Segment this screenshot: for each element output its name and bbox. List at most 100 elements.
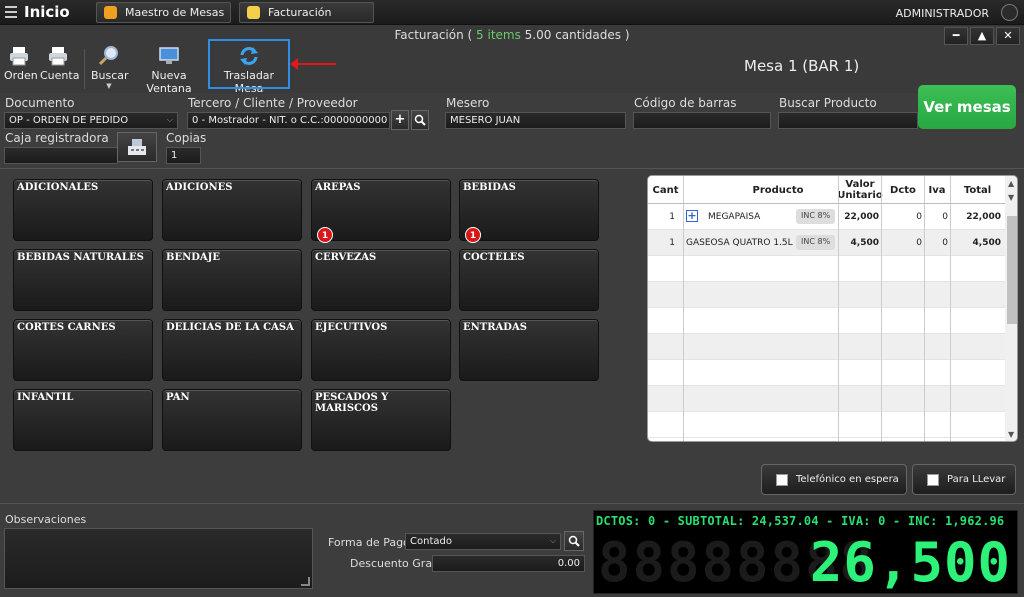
documento-value: OP - ORDEN DE PEDIDO [9, 115, 129, 126]
tax-badge: INC 8% [796, 209, 836, 224]
cash-register-button[interactable] [117, 132, 157, 162]
mesero-field[interactable]: MESERO JUAN [445, 112, 626, 129]
printer-icon [8, 46, 30, 66]
hamburger-menu-icon[interactable] [5, 6, 17, 18]
descuento-gral-input[interactable]: 0.00 [432, 555, 585, 572]
col-valor-unitario[interactable]: Valor Unitario [837, 176, 882, 204]
maximize-button[interactable]: ▲ [970, 27, 994, 45]
buscar-button[interactable]: Buscar ▼ [91, 46, 129, 90]
status-line: Facturación ( 5 items 5.00 cantidades ) [0, 28, 1024, 42]
ver-mesas-button[interactable]: Ver mesas [918, 85, 1016, 129]
table-row[interactable] [648, 412, 1005, 438]
telefonico-label: Telefónico en espera [796, 474, 899, 485]
tercero-field[interactable]: 0 - Mostrador - NIT. o C.C.:0000000000 [187, 112, 390, 129]
table-row[interactable] [648, 334, 1005, 360]
col-cant[interactable]: Cant [648, 176, 683, 204]
col-iva[interactable]: Iva [924, 176, 950, 204]
checkbox[interactable] [927, 473, 939, 486]
category-button[interactable]: ENTRADAS [459, 319, 599, 381]
table-row[interactable] [648, 308, 1005, 334]
tab-label: Facturación [268, 6, 332, 19]
buscar-producto-input[interactable] [778, 112, 918, 129]
chevron-down-icon: ⌵ [549, 536, 556, 545]
user-name[interactable]: ADMINISTRADOR [896, 7, 989, 20]
table-row[interactable] [648, 386, 1005, 412]
cell-total: 22,000 [966, 212, 1001, 222]
checkbox[interactable] [776, 473, 788, 486]
category-button[interactable]: CERVEZAS [311, 249, 451, 311]
category-label: ADICIONALES [17, 182, 99, 193]
codigo-barras-input[interactable] [633, 112, 771, 129]
tab-maestro-de-mesas[interactable]: Maestro de Mesas [96, 2, 231, 23]
cell-cant: 1 [669, 212, 675, 222]
category-button[interactable]: INFANTIL [13, 389, 153, 451]
user-avatar[interactable] [1001, 4, 1018, 21]
nueva-ventana-button[interactable]: Nueva Ventana [133, 46, 205, 95]
cuenta-button[interactable]: Cuenta [40, 46, 80, 82]
order-scrollbar[interactable]: ▲ ▼ ▼ [1005, 176, 1017, 441]
category-button[interactable]: BEBIDAS NATURALES [13, 249, 153, 311]
cuenta-label: Cuenta [40, 69, 80, 82]
category-button[interactable]: CORTES CARNES [13, 319, 153, 381]
expand-plus-icon[interactable]: + [686, 210, 698, 222]
forma-de-pago-label: Forma de Pago [328, 536, 410, 549]
category-button[interactable]: ADICIONALES [13, 179, 153, 241]
search-tercero-button[interactable] [411, 110, 429, 130]
tab-facturacion[interactable]: Facturación [239, 2, 374, 23]
bottom-divider [0, 503, 1024, 504]
cell-iva: 0 [942, 212, 948, 222]
caja-registradora-field[interactable] [4, 147, 118, 164]
toolbar-separator [84, 49, 85, 89]
category-button[interactable]: ADICIONES [162, 179, 302, 241]
table-row[interactable] [648, 360, 1005, 386]
magnifier-icon [98, 46, 120, 66]
table-row[interactable]: 1 GASEOSA QUATRO 1.5L INC 8% 4,500 0 0 4,500 [648, 230, 1005, 256]
app-title[interactable]: Inicio [24, 3, 70, 21]
cell-iva: 0 [942, 238, 948, 248]
scroll-down-icon[interactable]: ▼ [1008, 193, 1014, 202]
category-button[interactable]: PAN [162, 389, 302, 451]
order-table: Cant Producto Valor Unitario Dcto Iva To… [647, 175, 1018, 442]
resize-grip-icon[interactable] [301, 577, 310, 586]
monitor-icon [158, 46, 180, 66]
cell-dcto: 0 [916, 238, 922, 248]
minimize-button[interactable]: ━ [944, 27, 968, 45]
orden-button[interactable]: Orden [4, 46, 38, 82]
buscar-label: Buscar [91, 69, 129, 82]
document-icon [247, 6, 260, 19]
category-button[interactable]: BENDAJE [162, 249, 302, 311]
scrollbar-thumb[interactable] [1007, 216, 1017, 324]
close-button[interactable]: ✕ [996, 27, 1020, 45]
add-tercero-button[interactable]: + [391, 110, 409, 130]
scroll-up-icon[interactable]: ▲ [1008, 179, 1014, 188]
plus-icon: + [394, 112, 406, 127]
status-items: 5 items [476, 28, 521, 42]
col-total[interactable]: Total [950, 176, 1005, 204]
search-icon [568, 535, 580, 547]
copias-input[interactable]: 1 [166, 147, 201, 164]
para-llevar-label: Para LLevar [947, 474, 1006, 485]
table-row[interactable] [648, 256, 1005, 282]
col-dcto[interactable]: Dcto [881, 176, 925, 204]
documento-label: Documento [5, 96, 75, 110]
category-button[interactable]: DELICIAS DE LA CASA [162, 319, 302, 381]
totals-display: DCTOS: 0 - SUBTOTAL: 24,537.04 - IVA: 0 … [593, 510, 1018, 594]
highlight-box [208, 39, 290, 89]
documento-select[interactable]: OP - ORDEN DE PEDIDO ⌵ [4, 112, 178, 129]
category-button[interactable]: COCTELES [459, 249, 599, 311]
top-bar: Inicio Maestro de Mesas Facturación ADMI… [0, 0, 1024, 25]
scroll-bottom-icon[interactable]: ▼ [1008, 430, 1014, 439]
col-divider [881, 176, 882, 441]
category-button[interactable]: PESCADOS Y MARISCOS [311, 389, 451, 451]
observaciones-textarea[interactable] [4, 528, 313, 589]
dropdown-arrow-icon: ▼ [106, 82, 112, 90]
window-controls: ━ ▲ ✕ [942, 27, 1020, 45]
table-row[interactable] [648, 282, 1005, 308]
forma-de-pago-select[interactable]: Contado ⌵ [405, 533, 561, 550]
category-button[interactable]: EJECUTIVOS [311, 319, 451, 381]
col-divider [838, 176, 839, 441]
table-row[interactable]: 1 + MEGAPAISA INC 8% 22,000 0 0 22,000 [648, 204, 1005, 230]
para-llevar-toggle[interactable]: Para LLevar [912, 464, 1016, 495]
search-forma-pago-button[interactable] [564, 531, 584, 551]
telefonico-en-espera-toggle[interactable]: Telefónico en espera [761, 464, 907, 495]
